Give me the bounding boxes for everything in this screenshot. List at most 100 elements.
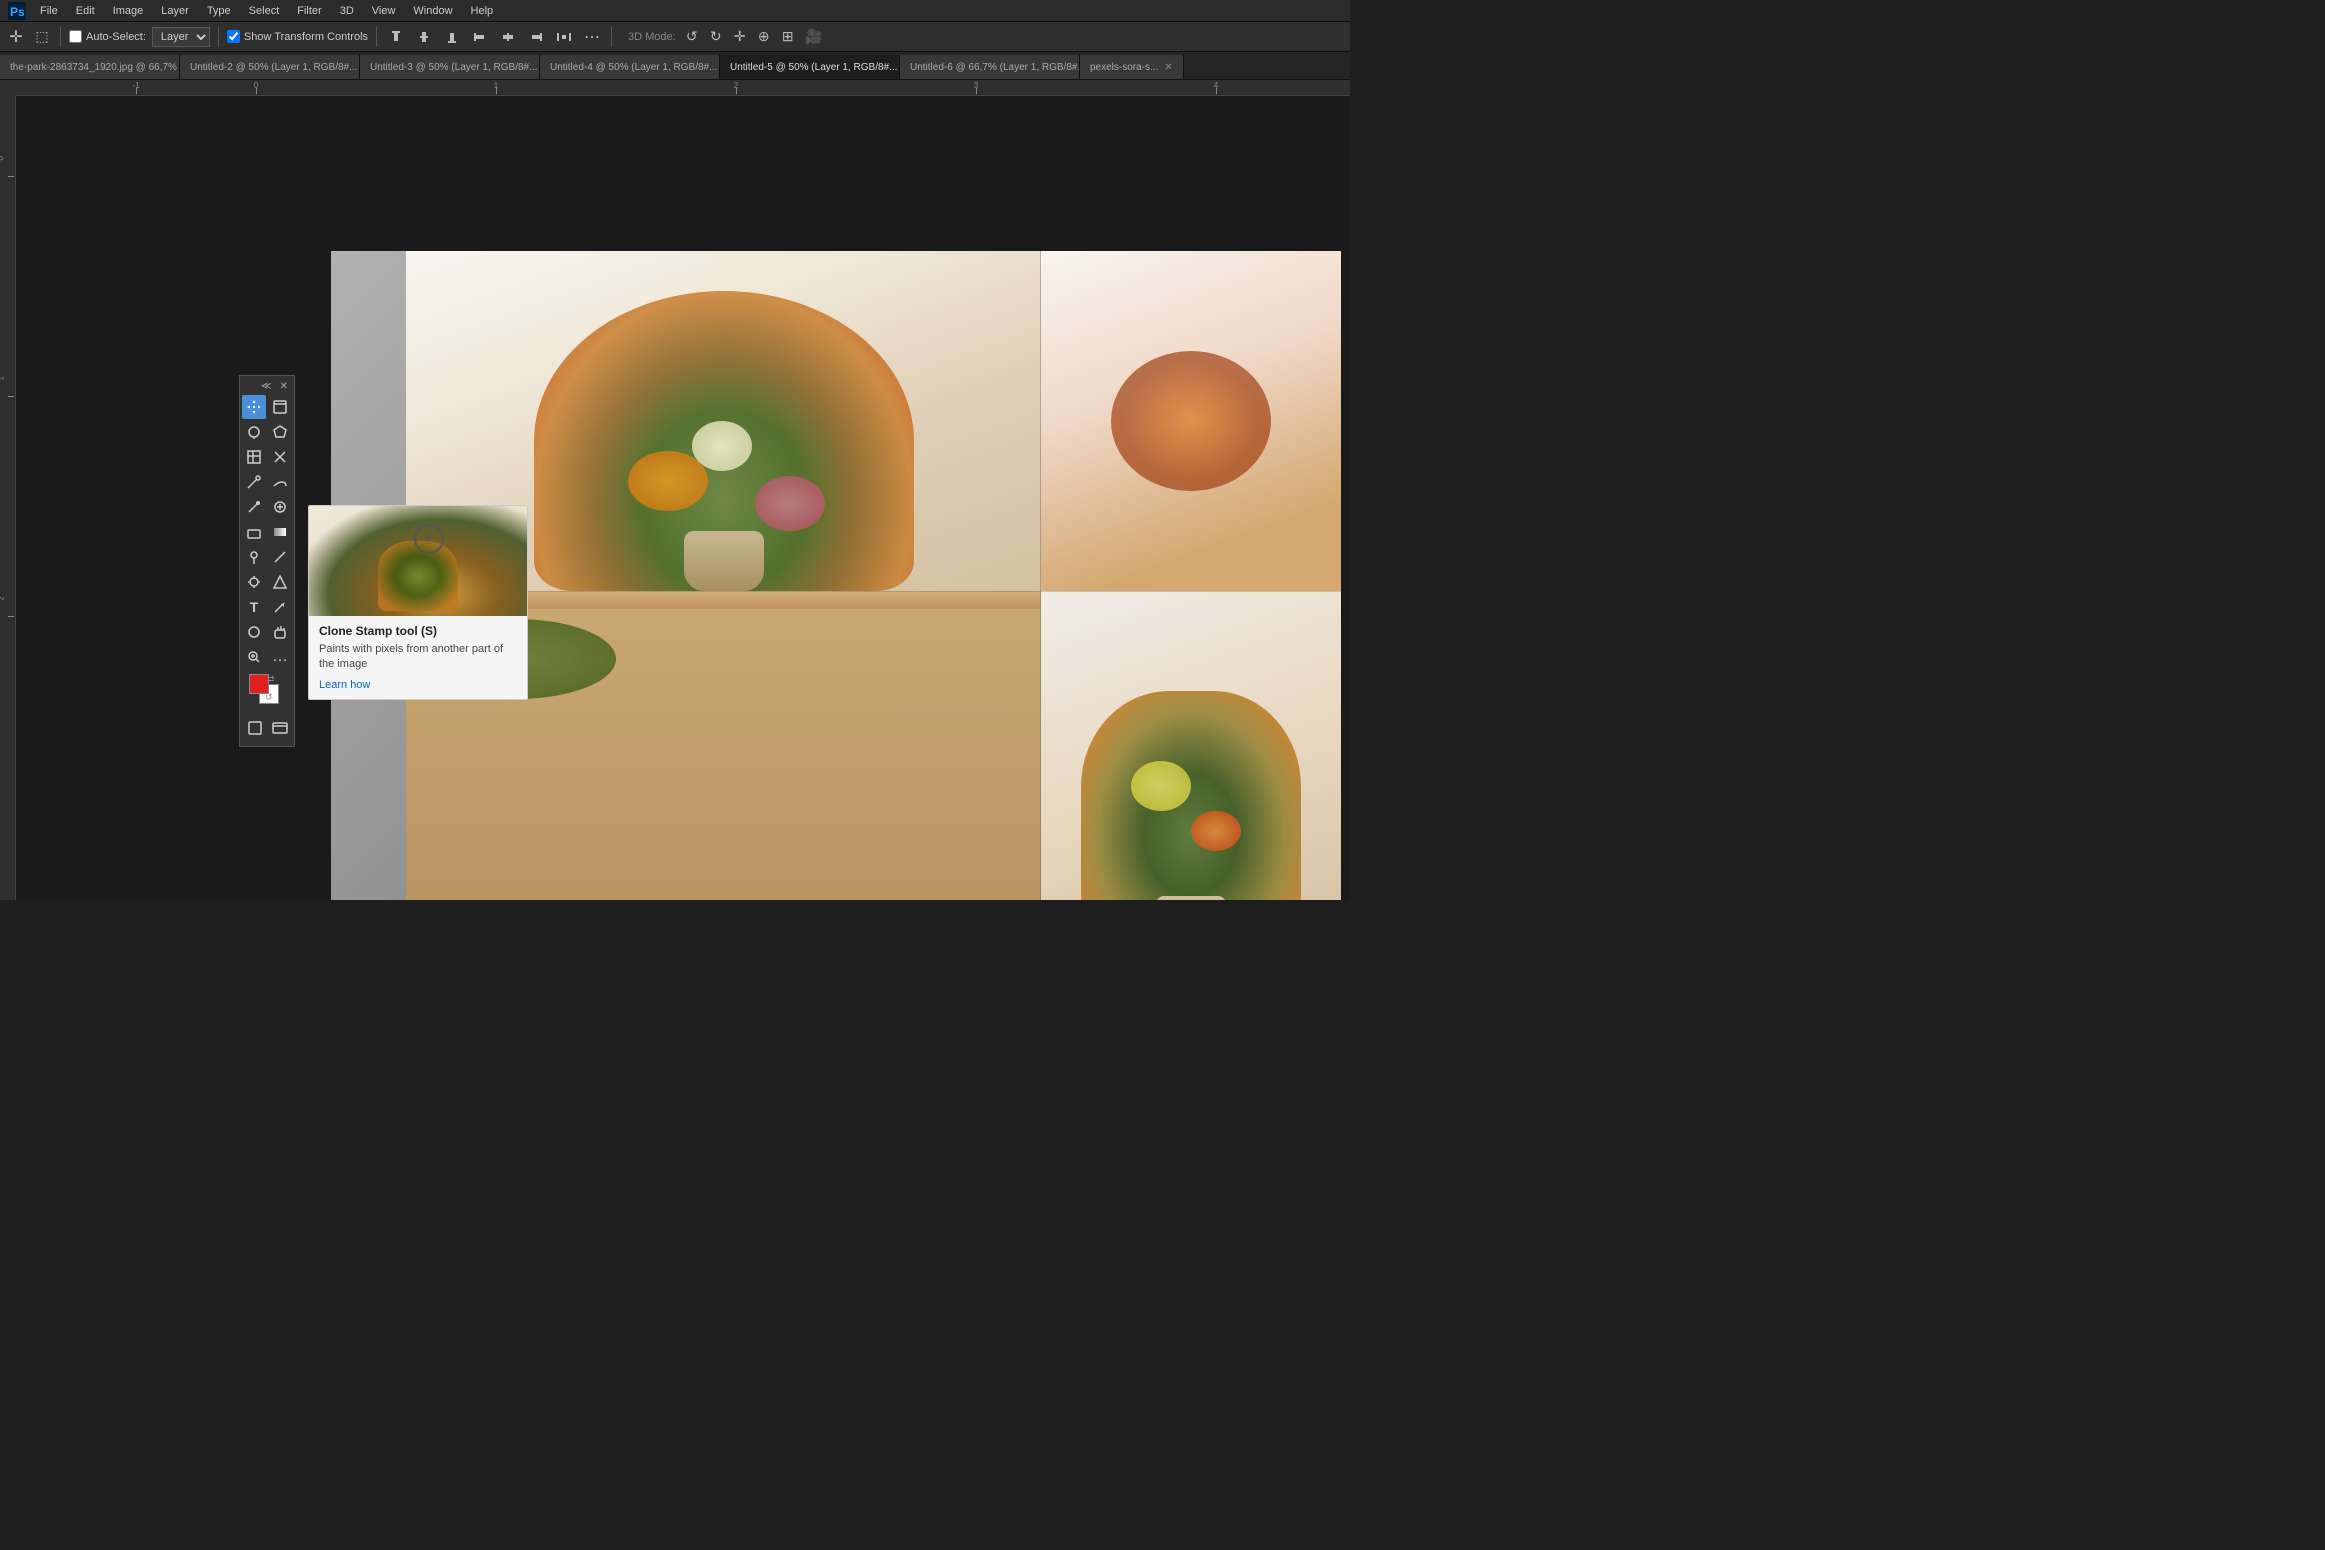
right-bottom-area: [1041, 591, 1341, 900]
show-transform-checkbox[interactable]: [227, 30, 240, 43]
menu-layer[interactable]: Layer: [153, 3, 197, 19]
3d-scale-icon[interactable]: ⊞: [778, 27, 798, 47]
tooltip-preview-image: [309, 506, 527, 616]
color-swatch-area: ↺ ⇄: [242, 670, 292, 714]
separator-4: [611, 27, 612, 47]
gradient-btn[interactable]: [268, 520, 292, 544]
eyedropper-btn[interactable]: [242, 470, 266, 494]
tab-untitled6[interactable]: Untitled-6 @ 66,7% (Layer 1, RGB/8#... ✕: [900, 55, 1080, 79]
tab-untitled2[interactable]: Untitled-2 @ 50% (Layer 1, RGB/8#... ✕: [180, 55, 360, 79]
options-bar: ✛ ⬚ Auto-Select: Layer Show Transform Co…: [0, 22, 1350, 52]
fullscreen-menu-btn[interactable]: [269, 716, 290, 740]
menu-image[interactable]: Image: [105, 3, 152, 19]
align-top-button[interactable]: [385, 26, 407, 48]
clone-stamp-cursor-preview: [414, 524, 444, 554]
separator-2: [218, 27, 219, 47]
ps-logo: Ps: [8, 2, 26, 20]
align-left-button[interactable]: [469, 26, 491, 48]
screen-mode-row: [242, 714, 292, 742]
show-transform-label[interactable]: Show Transform Controls: [227, 30, 368, 43]
more-options-button[interactable]: ⋯: [581, 26, 603, 48]
lasso-tool-btn[interactable]: [242, 420, 266, 444]
align-vert-center-button[interactable]: [413, 26, 435, 48]
pen-btn[interactable]: [268, 545, 292, 569]
polygonal-lasso-btn[interactable]: [268, 420, 292, 444]
blur-btn[interactable]: [268, 570, 292, 594]
tab-untitled5[interactable]: Untitled-5 @ 50% (Layer 1, RGB/8#... ✕: [720, 55, 900, 79]
3d-roll-icon[interactable]: ↻: [706, 27, 726, 47]
smudge-btn[interactable]: [268, 470, 292, 494]
canvas-area[interactable]: [16, 96, 1350, 900]
ruler-vertical: 0 1 2: [0, 96, 16, 900]
clone-stamp-tooltip: Clone Stamp tool (S) Paints with pixels …: [308, 505, 528, 700]
path-select-btn[interactable]: [268, 595, 292, 619]
distribute-button[interactable]: [553, 26, 575, 48]
menu-help[interactable]: Help: [463, 3, 502, 19]
magic-eraser-btn[interactable]: [268, 445, 292, 469]
align-right-button[interactable]: [525, 26, 547, 48]
tooltip-description: Paints with pixels from another part of …: [319, 642, 517, 673]
reset-colors-icon[interactable]: ↺: [265, 692, 273, 703]
menu-type[interactable]: Type: [199, 3, 239, 19]
text-btn[interactable]: T: [242, 595, 266, 619]
horizontal-divider: [406, 591, 1341, 592]
tab-untitled3[interactable]: Untitled-3 @ 50% (Layer 1, RGB/8#... ✕: [360, 55, 540, 79]
zoom-btn[interactable]: [242, 645, 266, 669]
menu-edit[interactable]: Edit: [68, 3, 103, 19]
auto-select-dropdown[interactable]: Layer: [152, 27, 210, 47]
3d-slide-icon[interactable]: ⊕: [754, 27, 774, 47]
menu-window[interactable]: Window: [405, 3, 460, 19]
3d-pan-icon[interactable]: ✛: [730, 27, 750, 47]
menu-3d[interactable]: 3D: [332, 3, 362, 19]
tool-row-4: [242, 470, 292, 494]
brush-btn[interactable]: [242, 495, 266, 519]
artboard-tool-btn[interactable]: [268, 395, 292, 419]
svg-text:Ps: Ps: [10, 5, 25, 19]
3d-rotate-icon[interactable]: ↺: [682, 27, 702, 47]
flower-pink: [755, 476, 825, 531]
tooltip-flower-decor: [378, 541, 458, 611]
tab-pexels-close[interactable]: ✕: [1164, 62, 1172, 73]
menu-filter[interactable]: Filter: [289, 3, 329, 19]
vase-right: [1156, 896, 1226, 900]
toolbox-collapse-icon[interactable]: ≪: [261, 381, 271, 392]
move-tool-options-icon: ✛: [6, 27, 26, 47]
separator-3: [376, 27, 377, 47]
dodge-btn[interactable]: [242, 545, 266, 569]
move-tool-btn[interactable]: [242, 395, 266, 419]
tab-park[interactable]: the-park-2863734_1920.jpg @ 66,7% (Copyr…: [0, 55, 180, 79]
3d-video-icon[interactable]: 🎥: [804, 27, 824, 47]
healing-btn[interactable]: [268, 495, 292, 519]
auto-select-checkbox[interactable]: [69, 30, 82, 43]
menu-view[interactable]: View: [364, 3, 404, 19]
flower-white: [692, 421, 752, 471]
menu-select[interactable]: Select: [241, 3, 288, 19]
standard-screen-btn[interactable]: [244, 716, 265, 740]
more-tools-btn[interactable]: …: [268, 645, 292, 669]
tool-row-5: [242, 495, 292, 519]
slice-tool-btn[interactable]: [242, 445, 266, 469]
ellipse-btn[interactable]: [242, 620, 266, 644]
hand-btn[interactable]: [268, 620, 292, 644]
tool-row-10: [242, 620, 292, 644]
clone-stamp-btn[interactable]: [242, 570, 266, 594]
tooltip-learn-link[interactable]: Learn how: [319, 679, 370, 691]
tooltip-tool-name: Clone Stamp tool (S): [319, 624, 517, 638]
swatch-container[interactable]: ↺ ⇄: [249, 674, 285, 710]
ruler-horizontal: -1 0 1 2 3 4: [16, 80, 1350, 96]
right-bouquet: [1081, 691, 1301, 900]
tab-pexels[interactable]: pexels-sora-s... ✕: [1080, 55, 1184, 79]
tooltip-preview-flower: [309, 506, 527, 616]
menu-file[interactable]: File: [32, 3, 66, 19]
align-bottom-button[interactable]: [441, 26, 463, 48]
tool-row-8: [242, 570, 292, 594]
eraser-btn[interactable]: [242, 520, 266, 544]
toolbox-close-icon[interactable]: ✕: [280, 381, 288, 392]
tab-untitled4[interactable]: Untitled-4 @ 50% (Layer 1, RGB/8#... ✕: [540, 55, 720, 79]
swap-colors-icon[interactable]: ⇄: [267, 674, 275, 685]
foreground-color-swatch[interactable]: [249, 674, 269, 694]
auto-select-label[interactable]: Auto-Select:: [69, 30, 146, 43]
3d-mode-icons: ↺ ↻ ✛ ⊕ ⊞: [682, 27, 798, 47]
tool-row-2: [242, 420, 292, 444]
align-horiz-center-button[interactable]: [497, 26, 519, 48]
